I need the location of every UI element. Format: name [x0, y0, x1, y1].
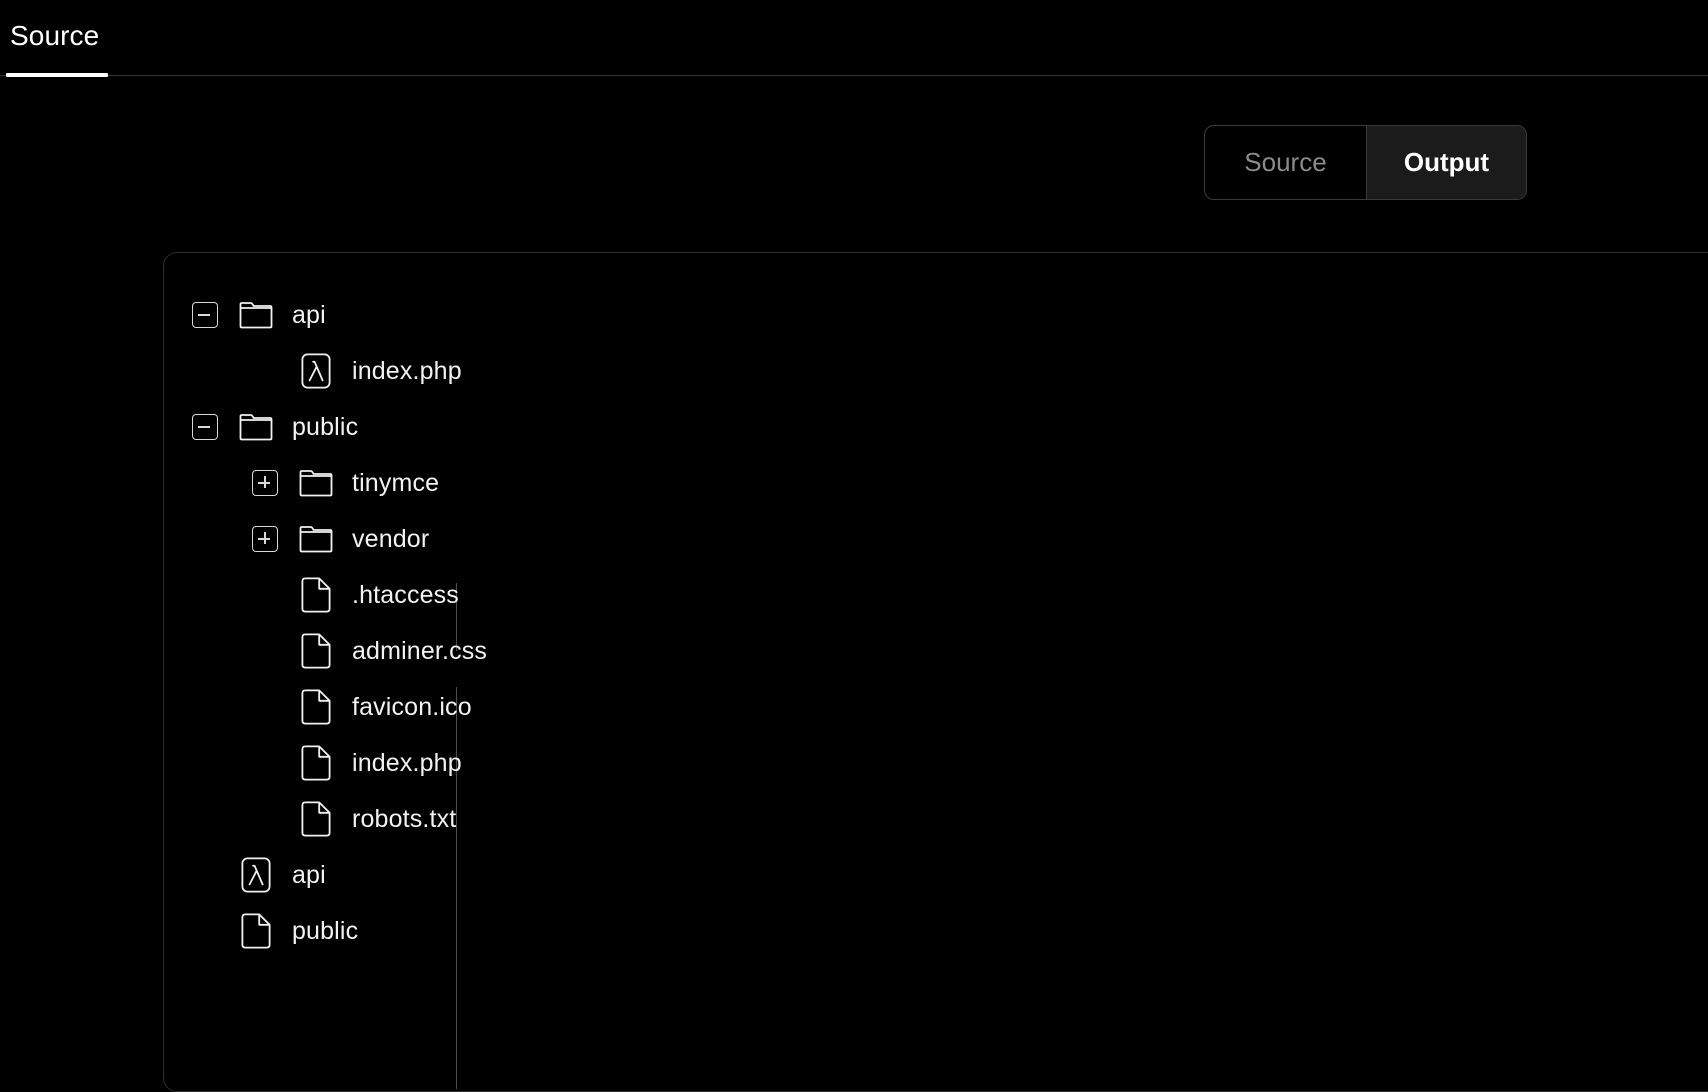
view-toggle-source-button[interactable]: Source [1205, 126, 1366, 199]
tree-expander-spacer [252, 806, 278, 832]
lambda-file-icon [298, 351, 334, 391]
tree-row-label: robots.txt [352, 804, 457, 833]
view-toggle-output-button[interactable]: Output [1366, 126, 1526, 199]
tree-row[interactable]: .htaccess [164, 567, 487, 623]
output-panel: api index.php public tinymce vendor .htaccess… [163, 252, 1708, 1092]
tree-expander-spacer [192, 862, 218, 888]
tree-row-label: api [292, 300, 326, 329]
tree-row-label: .htaccess [352, 580, 459, 609]
tree-row[interactable]: adminer.css [164, 623, 487, 679]
active-tab-indicator [6, 73, 108, 77]
lambda-file-icon [238, 855, 274, 895]
file-tree: api index.php public tinymce vendor .htaccess… [164, 253, 487, 959]
file-icon [298, 575, 334, 615]
tree-row[interactable]: vendor [164, 511, 487, 567]
tree-row[interactable]: tinymce [164, 455, 487, 511]
tree-expander-spacer [252, 694, 278, 720]
tree-row-label: favicon.ico [352, 692, 472, 721]
tree-row[interactable]: index.php [164, 343, 487, 399]
tree-row[interactable]: index.php [164, 735, 487, 791]
file-icon [298, 687, 334, 727]
tree-row[interactable]: api [164, 847, 487, 903]
collapse-icon[interactable] [192, 414, 218, 440]
file-icon [298, 799, 334, 839]
file-icon [238, 911, 274, 951]
tree-expander-spacer [252, 750, 278, 776]
tree-row-label: vendor [352, 524, 430, 553]
tree-row[interactable]: favicon.ico [164, 679, 487, 735]
tree-row-label: api [292, 860, 326, 889]
folder-open-icon [238, 407, 274, 447]
file-icon [298, 631, 334, 671]
tree-row-label: tinymce [352, 468, 440, 497]
tree-row-label: index.php [352, 748, 462, 777]
tab-source[interactable]: Source [6, 8, 107, 64]
tree-row-label: public [292, 412, 359, 441]
tree-row-label: public [292, 916, 359, 945]
expand-icon[interactable] [252, 470, 278, 496]
file-icon [298, 743, 334, 783]
tree-row[interactable]: public [164, 903, 487, 959]
tree-row-label: index.php [352, 356, 462, 385]
view-toggle-group: Source Output [1204, 125, 1527, 200]
expand-icon[interactable] [252, 526, 278, 552]
tree-expander-spacer [252, 638, 278, 664]
folder-icon [298, 519, 334, 559]
tab-bar-divider [0, 75, 1708, 76]
tree-expander-spacer [252, 358, 278, 384]
tree-expander-spacer [192, 918, 218, 944]
folder-open-icon [238, 295, 274, 335]
collapse-icon[interactable] [192, 302, 218, 328]
folder-icon [298, 463, 334, 503]
tree-row-label: adminer.css [352, 636, 488, 665]
tree-row[interactable]: public [164, 399, 487, 455]
tree-row[interactable]: robots.txt [164, 791, 487, 847]
top-tab-bar: Source [0, 0, 1708, 78]
tree-expander-spacer [252, 582, 278, 608]
tree-row[interactable]: api [164, 287, 487, 343]
